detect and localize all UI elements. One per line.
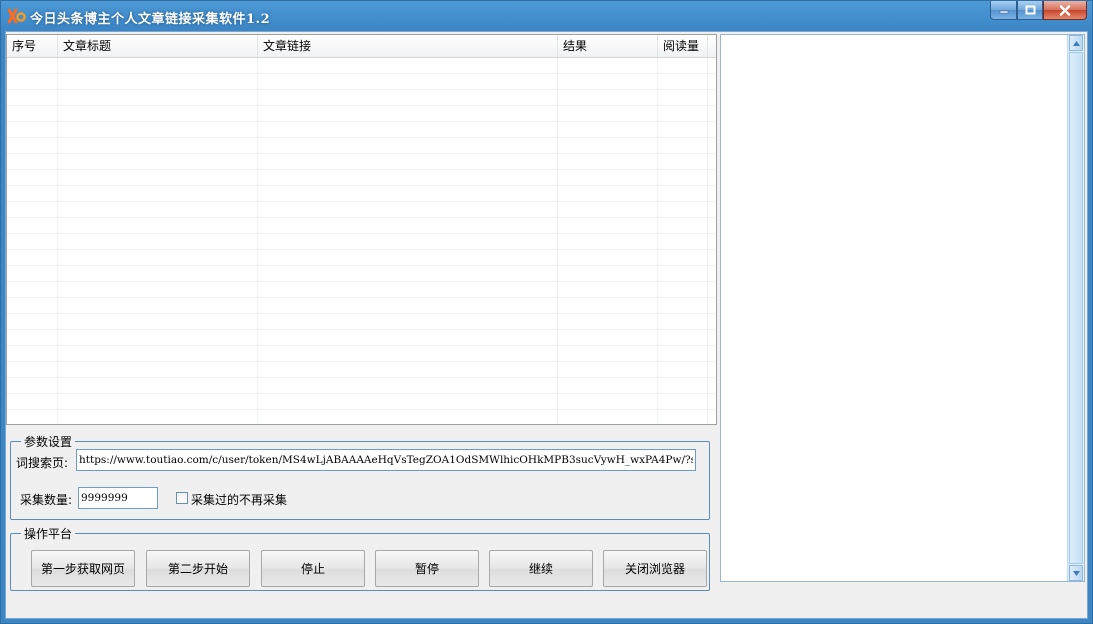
column-divider — [57, 58, 58, 424]
column-divider — [257, 58, 258, 424]
close-icon — [1059, 4, 1071, 16]
arrow-down-icon — [1072, 570, 1080, 576]
app-window: 今日头条博主个人文章链接采集软件1.2 序号 文章标题 文章链接 结果 阅读量 — [0, 0, 1093, 624]
column-divider — [557, 58, 558, 424]
log-scrollbar[interactable] — [1067, 35, 1084, 581]
scroll-down-button[interactable] — [1069, 565, 1083, 581]
article-list[interactable]: 序号 文章标题 文章链接 结果 阅读量 — [6, 34, 717, 425]
minimize-button[interactable] — [990, 1, 1017, 20]
close-browser-button[interactable]: 关闭浏览器 — [603, 550, 707, 587]
xo-logo-icon — [8, 8, 26, 24]
arrow-up-icon — [1072, 40, 1080, 46]
stop-button[interactable]: 停止 — [261, 550, 365, 587]
count-input[interactable] — [78, 487, 158, 509]
log-textbox[interactable] — [720, 34, 1085, 582]
column-header-index[interactable]: 序号 — [7, 35, 58, 57]
client-area: 序号 文章标题 文章链接 结果 阅读量 参数设置 词搜索页: https://w… — [5, 31, 1088, 619]
search-page-label: 词搜索页: — [16, 456, 69, 470]
resume-button[interactable]: 继续 — [489, 550, 593, 587]
params-group: 参数设置 词搜索页: 采集数量: 采集过的不再采集 — [10, 433, 710, 520]
column-header-result[interactable]: 结果 — [558, 35, 658, 57]
status-bar — [6, 592, 1087, 618]
step2-start-button[interactable]: 第二步开始 — [146, 550, 250, 587]
ops-group: 操作平台 第一步获取网页 第二步开始 停止 暂停 继续 关闭浏览器 — [10, 525, 710, 591]
skip-collected-label[interactable]: 采集过的不再采集 — [191, 491, 287, 508]
search-page-input[interactable] — [76, 449, 696, 471]
scroll-thumb[interactable] — [1069, 52, 1083, 564]
count-label: 采集数量: — [20, 493, 73, 507]
maximize-icon — [1025, 5, 1035, 15]
column-header-link[interactable]: 文章链接 — [258, 35, 558, 57]
window-title: 今日头条博主个人文章链接采集软件1.2 — [30, 12, 271, 27]
column-divider — [707, 58, 708, 424]
scroll-up-button[interactable] — [1069, 35, 1083, 51]
column-header-title[interactable]: 文章标题 — [58, 35, 258, 57]
column-divider — [657, 58, 658, 424]
close-button[interactable] — [1043, 1, 1087, 20]
column-header-filler — [708, 35, 716, 57]
params-legend: 参数设置 — [21, 433, 76, 450]
maximize-button[interactable] — [1017, 1, 1043, 20]
ops-legend: 操作平台 — [21, 525, 76, 542]
title-bar[interactable]: 今日头条博主个人文章链接采集软件1.2 — [1, 1, 1092, 31]
column-header-reads[interactable]: 阅读量 — [658, 35, 708, 57]
window-controls — [990, 1, 1087, 21]
pause-button[interactable]: 暂停 — [375, 550, 479, 587]
minimize-icon — [999, 10, 1008, 14]
step1-fetch-page-button[interactable]: 第一步获取网页 — [31, 550, 135, 587]
skip-collected-checkbox[interactable] — [176, 492, 188, 504]
list-body[interactable] — [7, 58, 716, 424]
list-header: 序号 文章标题 文章链接 结果 阅读量 — [7, 35, 716, 58]
